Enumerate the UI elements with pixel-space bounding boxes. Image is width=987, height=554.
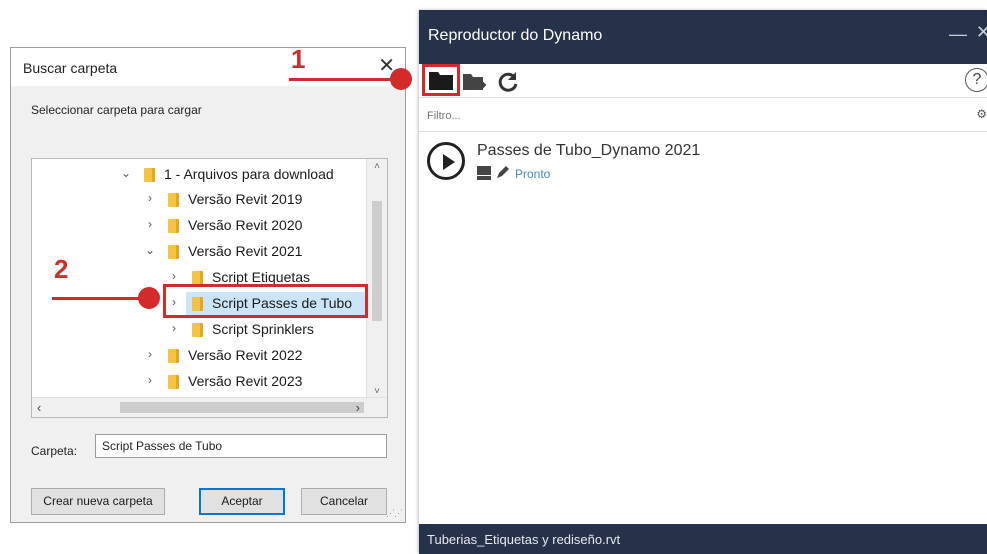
player-footer: Tuberias_Etiquetas y rediseño.rvt [419,524,987,554]
tree-item-label: Versão Revit 2019 [188,191,303,207]
annotation-step-2: 2 [54,254,69,284]
scroll-up-icon[interactable]: ˄ [367,161,387,172]
folder-icon [192,323,203,337]
folder-icon [144,168,155,182]
annotation-highlight-2 [163,284,368,318]
folder-field-label: Carpeta: [31,444,78,458]
refresh-icon[interactable] [495,69,521,95]
tree-item-label: Versão Revit 2021 [188,243,303,259]
tree-item-label: Versão Revit 2023 [188,373,303,389]
dialog-title: Buscar carpeta [23,60,118,76]
filter-input[interactable] [425,106,949,126]
dynamo-player-window: Reproductor do Dynamo — ✕ ? ⚙ Passes de … [419,10,987,554]
annotation-step-1: 1 [291,44,306,74]
chevron-right-icon[interactable]: › [144,191,156,205]
cancel-button[interactable]: Cancelar [301,488,387,515]
annotation-dot-1 [390,68,412,90]
folder-icon [168,375,179,389]
script-list-item[interactable]: Passes de Tubo_Dynamo 2021 Pronto [427,142,967,186]
settings-icon[interactable]: ⚙ [976,107,987,121]
player-header: Reproductor do Dynamo — ✕ [419,10,987,64]
tree-item-label: 1 - Arquivos para download [164,166,334,182]
tree-item-script-sprinklers[interactable]: › Script Sprinklers [32,318,368,342]
script-name: Passes de Tubo_Dynamo 2021 [477,142,701,159]
chevron-right-icon[interactable]: › [144,217,156,231]
folder-icon [168,245,179,259]
active-document-name: Tuberias_Etiquetas y rediseño.rvt [427,532,621,547]
filter-bar: ⚙ [419,98,987,132]
resize-grip-icon[interactable]: ⋰⋰ [386,508,403,519]
tree-item-revit-2021[interactable]: ⌄ Versão Revit 2021 [32,240,368,264]
folder-input[interactable] [95,434,387,458]
dialog-prompt: Seleccionar carpeta para cargar [31,103,202,117]
player-title: Reproductor do Dynamo [428,27,603,44]
player-toolbar: ? [419,64,987,98]
export-icon[interactable] [462,71,488,93]
annotation-highlight-1 [422,64,460,96]
chevron-down-icon[interactable]: ⌄ [120,166,132,180]
chevron-right-icon[interactable]: › [144,347,156,361]
scroll-down-icon[interactable]: ˅ [367,386,387,397]
folder-icon [168,349,179,363]
minimize-icon[interactable]: — [949,24,967,45]
tree-item-revit-2019[interactable]: › Versão Revit 2019 [32,188,368,212]
folder-icon [168,219,179,233]
scroll-thumb[interactable] [372,201,382,321]
tree-item-revit-2023[interactable]: › Versão Revit 2023 [32,370,368,394]
tree-item-label: Versão Revit 2022 [188,347,303,363]
tree-item-label: Script Sprinklers [212,321,314,337]
new-folder-button[interactable]: Crear nueva carpeta [31,488,165,515]
folder-icon [192,271,203,285]
horizontal-scrollbar[interactable]: ‹ › [32,397,387,417]
annotation-line-2 [52,297,152,300]
chevron-right-icon[interactable]: › [168,269,180,283]
scroll-thumb[interactable] [120,402,364,413]
scroll-right-icon[interactable]: › [356,400,360,415]
help-icon[interactable]: ? [965,68,987,92]
scroll-left-icon[interactable]: ‹ [37,400,41,415]
tree-item-revit-2022[interactable]: › Versão Revit 2022 [32,344,368,368]
play-icon[interactable] [427,142,465,180]
tree-item-label: Script Etiquetas [212,269,311,285]
tree-item-revit-2020[interactable]: › Versão Revit 2020 [32,214,368,238]
tree-item-label: Versão Revit 2020 [188,217,303,233]
annotation-line-1 [289,78,401,81]
tree-item-arquivos[interactable]: ⌄ 1 - Arquivos para download [32,163,368,187]
script-status[interactable]: Pronto [515,167,550,181]
revit-icon [477,166,491,180]
annotation-dot-2 [138,287,160,309]
chevron-right-icon[interactable]: › [168,321,180,335]
chevron-down-icon[interactable]: ⌄ [144,243,156,257]
vertical-scrollbar[interactable]: ˄ ˅ [366,159,387,399]
folder-icon [168,193,179,207]
close-icon[interactable]: ✕ [976,22,987,43]
edit-icon[interactable] [495,166,509,180]
accept-button[interactable]: Aceptar [199,488,285,515]
chevron-right-icon[interactable]: › [144,373,156,387]
